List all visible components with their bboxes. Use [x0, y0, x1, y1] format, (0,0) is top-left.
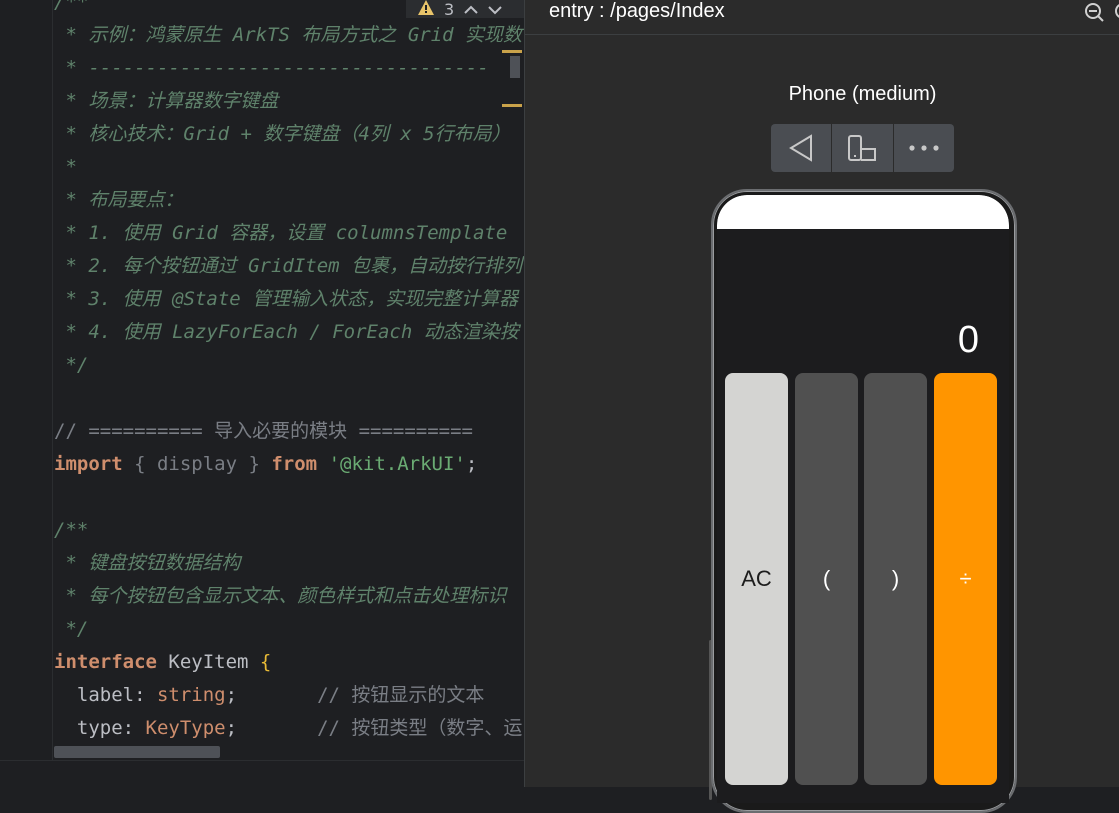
code-token: * 键盘按钮数据结构 — [54, 552, 241, 574]
close-paren-key[interactable]: ) — [864, 373, 927, 785]
divide-key[interactable]: ÷ — [934, 373, 997, 785]
code-token: import — [54, 453, 123, 475]
code-token: * 2. 每个按钮通过 GridItem 包裹，自动按行排列 — [54, 255, 523, 277]
code-token: * 布局要点： — [54, 189, 184, 211]
previous-highlight-icon[interactable] — [464, 0, 478, 19]
open-paren-key[interactable]: ( — [795, 373, 858, 785]
clear-key[interactable]: AC — [725, 373, 788, 785]
phone-frame: 0 AC ( ) ÷ — [711, 189, 1017, 813]
device-name-label: Phone (medium) — [788, 83, 937, 105]
code-line[interactable]: * 键盘按钮数据结构 — [54, 547, 240, 580]
previewer-title: entry : /pages/Index — [549, 0, 725, 22]
code-token: /** — [54, 519, 89, 541]
warning-count: 3 — [444, 0, 455, 19]
more-button[interactable] — [892, 124, 954, 172]
code-token: '@kit.ArkUI' — [317, 453, 466, 475]
code-line[interactable]: * 每个按钮包含显示文本、颜色样式和点击处理标识 — [54, 580, 506, 613]
inspection-widget[interactable]: 3 — [406, 0, 524, 19]
rotate-device-button[interactable] — [831, 124, 892, 172]
code-line[interactable]: import { display } from '@kit.ArkUI'; — [54, 448, 477, 481]
code-line[interactable]: * 1. 使用 Grid 容器，设置 columnsTemplate — [54, 217, 507, 250]
code-line[interactable]: // ========== 导入必要的模块 ========== — [54, 415, 473, 448]
code-token: * ----------------------------------- — [54, 57, 489, 79]
previewer-panel: entry : /pages/Index Phone (medium) 0 AC… — [524, 0, 1119, 813]
rotate-device-icon — [848, 135, 877, 161]
code-token: * 核心技术：Grid + 数字键盘（4列 x 5行布局） — [54, 123, 511, 145]
code-area[interactable]: /** * 示例：鸿蒙原生 ArkTS 布局方式之 Grid 实现数 * ---… — [54, 0, 524, 746]
code-line[interactable]: * 示例：鸿蒙原生 ArkTS 布局方式之 Grid 实现数 — [54, 19, 522, 52]
code-token: * — [54, 156, 77, 178]
code-token: { — [259, 651, 272, 673]
warning-icon — [418, 0, 434, 19]
back-button[interactable] — [771, 124, 831, 172]
next-highlight-icon[interactable] — [488, 0, 502, 19]
code-token: // 按钮显示的文本 — [317, 684, 485, 706]
code-token: ; — [225, 717, 318, 739]
code-token: * 1. 使用 Grid 容器，设置 columnsTemplate — [54, 222, 508, 244]
code-token: label: — [54, 684, 157, 706]
code-token: */ — [54, 354, 89, 376]
back-triangle-icon — [789, 134, 813, 162]
editor-bottom-strip — [0, 760, 524, 787]
previewer-header: entry : /pages/Index — [525, 0, 1119, 35]
calculator-display: 0 — [957, 319, 979, 361]
code-line[interactable]: */ — [54, 613, 88, 646]
code-line[interactable]: * 核心技术：Grid + 数字键盘（4列 x 5行布局） — [54, 118, 511, 151]
code-token: ; — [225, 684, 318, 706]
zoom-out-icon[interactable] — [1083, 1, 1105, 23]
code-line[interactable]: /** — [54, 514, 88, 547]
code-token: type: — [54, 717, 146, 739]
code-token: // 按钮类型（数字、运 — [317, 717, 523, 739]
code-line[interactable]: * 场景：计算器数字键盘 — [54, 85, 278, 118]
code-token: from — [271, 453, 318, 475]
zoom-in-icon[interactable] — [1113, 1, 1119, 23]
device-toolbar — [771, 124, 954, 172]
code-token: string — [156, 684, 226, 706]
code-token: KeyItem — [156, 651, 260, 673]
code-line[interactable]: * — [54, 151, 77, 184]
code-token: * 4. 使用 LazyForEach / ForEach 动态渲染按 — [54, 321, 519, 343]
code-token: KeyType — [145, 717, 226, 739]
vertical-scrollbar-thumb[interactable] — [510, 56, 520, 78]
warning-marker[interactable] — [502, 104, 522, 107]
editor-gutter[interactable] — [0, 0, 53, 760]
code-token: /** — [54, 0, 89, 13]
code-token: * 场景：计算器数字键盘 — [54, 90, 279, 112]
horizontal-scrollbar-thumb[interactable] — [54, 746, 220, 758]
more-dots-icon — [909, 145, 939, 151]
code-token: { display } — [122, 453, 272, 475]
code-line[interactable]: * 布局要点： — [54, 184, 183, 217]
code-token: * 每个按钮包含显示文本、颜色样式和点击处理标识 — [54, 585, 507, 607]
code-line[interactable]: * 2. 每个按钮通过 GridItem 包裹，自动按行排列 — [54, 250, 522, 283]
code-line[interactable]: interface KeyItem { — [54, 646, 271, 679]
code-token: // ========== 导入必要的模块 ========== — [54, 420, 473, 442]
code-editor[interactable]: /** * 示例：鸿蒙原生 ArkTS 布局方式之 Grid 实现数 * ---… — [0, 0, 524, 787]
code-token: interface — [54, 651, 157, 673]
code-line[interactable]: * ----------------------------------- — [54, 52, 489, 85]
code-token: * 3. 使用 @State 管理输入状态，实现完整计算器 — [54, 288, 519, 310]
code-line[interactable]: type: KeyType; // 按钮类型（数字、运 — [54, 712, 523, 745]
code-line[interactable]: label: string; // 按钮显示的文本 — [54, 679, 485, 712]
code-line[interactable]: * 4. 使用 LazyForEach / ForEach 动态渲染按 — [54, 316, 519, 349]
status-bar — [717, 195, 1009, 229]
code-token: * 示例：鸿蒙原生 ArkTS 布局方式之 Grid 实现数 — [54, 24, 523, 46]
warning-marker[interactable] — [502, 50, 522, 53]
phone-screen[interactable]: 0 AC ( ) ÷ — [717, 195, 1009, 803]
code-line[interactable]: * 3. 使用 @State 管理输入状态，实现完整计算器 — [54, 283, 518, 316]
code-token: ; — [465, 453, 478, 475]
code-token: */ — [54, 618, 89, 640]
code-line[interactable]: */ — [54, 349, 88, 382]
code-line[interactable]: /** — [54, 0, 88, 19]
